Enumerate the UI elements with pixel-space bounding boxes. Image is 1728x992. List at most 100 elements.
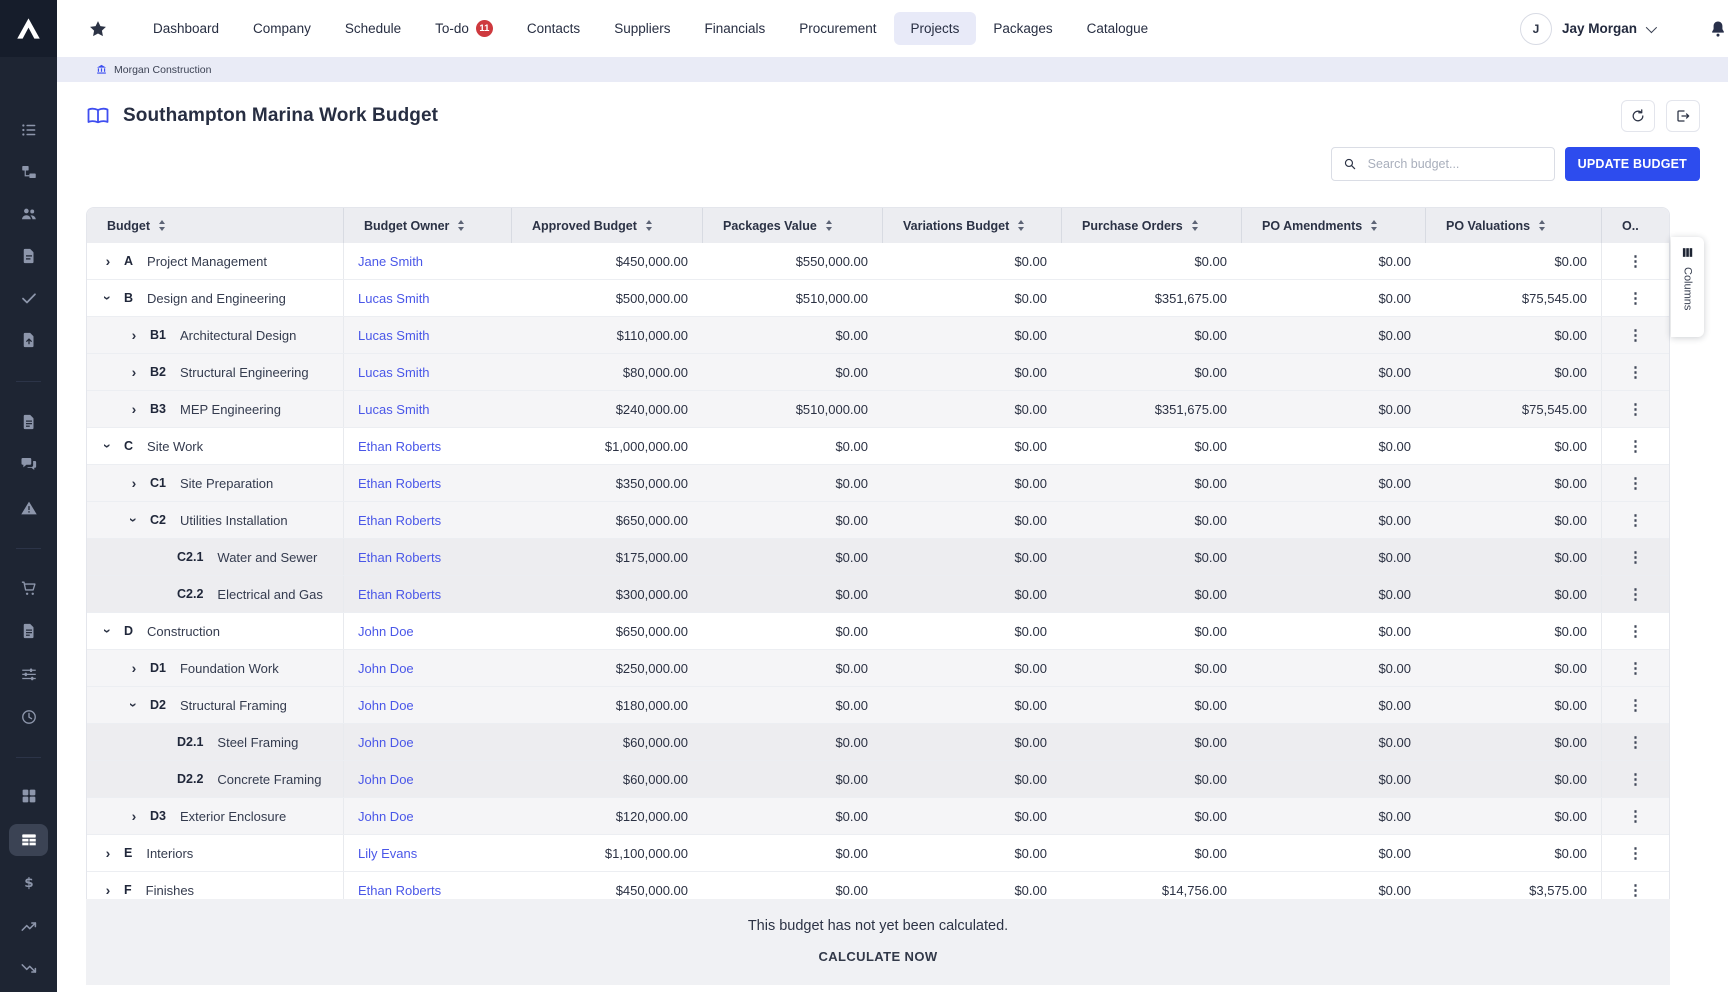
table-row-d3[interactable]: › D3 Exterior Enclosure John Doe $120,00… bbox=[87, 798, 1669, 835]
expand-chevron-icon[interactable]: › bbox=[101, 291, 115, 305]
sidebar-item-warning[interactable] bbox=[0, 491, 57, 525]
kebab-menu-icon[interactable]: ⋮ bbox=[1628, 661, 1643, 676]
owner-link[interactable]: John Doe bbox=[358, 735, 414, 750]
table-row-f[interactable]: › F Finishes Ethan Roberts $450,000.00 $… bbox=[87, 872, 1669, 900]
nav-item-financials[interactable]: Financials bbox=[687, 12, 782, 45]
column-header-approved-budget[interactable]: Approved Budget bbox=[511, 208, 702, 243]
kebab-menu-icon[interactable]: ⋮ bbox=[1628, 550, 1643, 565]
owner-link[interactable]: Ethan Roberts bbox=[358, 550, 441, 565]
user-menu[interactable]: J Jay Morgan bbox=[1520, 13, 1654, 45]
nav-item-catalogue[interactable]: Catalogue bbox=[1070, 12, 1166, 45]
kebab-menu-icon[interactable]: ⋮ bbox=[1628, 698, 1643, 713]
expand-chevron-icon[interactable]: › bbox=[127, 402, 141, 416]
favorite-star-icon[interactable] bbox=[88, 19, 108, 39]
table-row-b1[interactable]: › B1 Architectural Design Lucas Smith $1… bbox=[87, 317, 1669, 354]
column-header-purchase-orders[interactable]: Purchase Orders bbox=[1061, 208, 1241, 243]
kebab-menu-icon[interactable]: ⋮ bbox=[1628, 476, 1643, 491]
column-header-budget[interactable]: Budget bbox=[87, 208, 343, 243]
table-row-c2-1[interactable]: C2.1 Water and Sewer Ethan Roberts $175,… bbox=[87, 539, 1669, 576]
table-row-b2[interactable]: › B2 Structural Engineering Lucas Smith … bbox=[87, 354, 1669, 391]
table-row-d[interactable]: › D Construction John Doe $650,000.00 $0… bbox=[87, 613, 1669, 650]
kebab-menu-icon[interactable]: ⋮ bbox=[1628, 328, 1643, 343]
expand-chevron-icon[interactable]: › bbox=[127, 365, 141, 379]
kebab-menu-icon[interactable]: ⋮ bbox=[1628, 254, 1643, 269]
table-row-b[interactable]: › B Design and Engineering Lucas Smith $… bbox=[87, 280, 1669, 317]
expand-chevron-icon[interactable]: › bbox=[127, 661, 141, 675]
table-row-d2-1[interactable]: D2.1 Steel Framing John Doe $60,000.00 $… bbox=[87, 724, 1669, 761]
nav-item-procurement[interactable]: Procurement bbox=[782, 12, 893, 45]
sidebar-item-clock[interactable] bbox=[0, 700, 57, 734]
sidebar-item-budget-table[interactable] bbox=[0, 823, 57, 857]
kebab-menu-icon[interactable]: ⋮ bbox=[1628, 624, 1643, 639]
expand-chevron-icon[interactable]: › bbox=[127, 809, 141, 823]
column-header-po-valuations[interactable]: PO Valuations bbox=[1425, 208, 1601, 243]
column-header-variations-budget[interactable]: Variations Budget bbox=[882, 208, 1061, 243]
table-row-d1[interactable]: › D1 Foundation Work John Doe $250,000.0… bbox=[87, 650, 1669, 687]
expand-chevron-icon[interactable]: › bbox=[127, 328, 141, 342]
sidebar-item-trend-up[interactable] bbox=[0, 909, 57, 943]
app-logo[interactable] bbox=[0, 0, 57, 57]
nav-item-packages[interactable]: Packages bbox=[976, 12, 1069, 45]
refresh-button[interactable] bbox=[1621, 100, 1655, 132]
nav-item-dashboard[interactable]: Dashboard bbox=[136, 12, 236, 45]
expand-chevron-icon[interactable]: › bbox=[127, 476, 141, 490]
owner-link[interactable]: Ethan Roberts bbox=[358, 587, 441, 602]
owner-link[interactable]: John Doe bbox=[358, 624, 414, 639]
expand-chevron-icon[interactable]: › bbox=[101, 439, 115, 453]
sidebar-item-check[interactable] bbox=[0, 281, 57, 315]
expand-chevron-icon[interactable]: › bbox=[127, 698, 141, 712]
sidebar-item-file-export[interactable] bbox=[0, 323, 57, 357]
owner-link[interactable]: John Doe bbox=[358, 772, 414, 787]
nav-item-schedule[interactable]: Schedule bbox=[328, 12, 418, 45]
expand-chevron-icon[interactable]: › bbox=[127, 513, 141, 527]
kebab-menu-icon[interactable]: ⋮ bbox=[1628, 365, 1643, 380]
nav-item-company[interactable]: Company bbox=[236, 12, 328, 45]
sidebar-item-trend-down[interactable] bbox=[0, 952, 57, 986]
expand-chevron-icon[interactable]: › bbox=[101, 624, 115, 638]
sidebar-item-hierarchy[interactable] bbox=[0, 155, 57, 189]
nav-item-to-do[interactable]: To-do 11 bbox=[418, 11, 510, 46]
sidebar-item-cart[interactable] bbox=[0, 571, 57, 605]
export-button[interactable] bbox=[1666, 100, 1700, 132]
owner-link[interactable]: Lucas Smith bbox=[358, 328, 430, 343]
kebab-menu-icon[interactable]: ⋮ bbox=[1628, 846, 1643, 861]
notifications-bell-icon[interactable] bbox=[1708, 19, 1728, 39]
column-header-po-amendments[interactable]: PO Amendments bbox=[1241, 208, 1425, 243]
table-row-b3[interactable]: › B3 MEP Engineering Lucas Smith $240,00… bbox=[87, 391, 1669, 428]
sidebar-item-invoice[interactable] bbox=[0, 405, 57, 439]
columns-panel-tab[interactable]: Columns bbox=[1671, 237, 1704, 337]
sidebar-item-document[interactable] bbox=[0, 239, 57, 273]
breadcrumb[interactable]: Morgan Construction bbox=[57, 57, 1728, 82]
kebab-menu-icon[interactable]: ⋮ bbox=[1628, 402, 1643, 417]
owner-link[interactable]: John Doe bbox=[358, 698, 414, 713]
owner-link[interactable]: John Doe bbox=[358, 661, 414, 676]
nav-item-suppliers[interactable]: Suppliers bbox=[597, 12, 687, 45]
table-row-a[interactable]: › A Project Management Jane Smith $450,0… bbox=[87, 243, 1669, 280]
kebab-menu-icon[interactable]: ⋮ bbox=[1628, 883, 1643, 898]
expand-chevron-icon[interactable]: › bbox=[101, 254, 115, 268]
table-row-c2-2[interactable]: C2.2 Electrical and Gas Ethan Roberts $3… bbox=[87, 576, 1669, 613]
search-box[interactable] bbox=[1331, 147, 1555, 181]
search-input[interactable] bbox=[1366, 156, 1543, 172]
sidebar-item-chat[interactable] bbox=[0, 447, 57, 481]
owner-link[interactable]: Jane Smith bbox=[358, 254, 423, 269]
table-row-d2-2[interactable]: D2.2 Concrete Framing John Doe $60,000.0… bbox=[87, 761, 1669, 798]
calculate-now-button[interactable]: CALCULATE NOW bbox=[818, 949, 937, 964]
sidebar-item-dollar[interactable] bbox=[0, 865, 57, 899]
owner-link[interactable]: Ethan Roberts bbox=[358, 883, 441, 898]
kebab-menu-icon[interactable]: ⋮ bbox=[1628, 513, 1643, 528]
sidebar-item-users[interactable] bbox=[0, 197, 57, 231]
update-budget-button[interactable]: UPDATE BUDGET bbox=[1565, 147, 1700, 181]
sidebar-item-dashboard[interactable] bbox=[0, 779, 57, 813]
owner-link[interactable]: Lily Evans bbox=[358, 846, 417, 861]
table-row-d2[interactable]: › D2 Structural Framing John Doe $180,00… bbox=[87, 687, 1669, 724]
sidebar-item-list[interactable] bbox=[0, 113, 57, 147]
table-row-c1[interactable]: › C1 Site Preparation Ethan Roberts $350… bbox=[87, 465, 1669, 502]
kebab-menu-icon[interactable]: ⋮ bbox=[1628, 772, 1643, 787]
column-header-budget-owner[interactable]: Budget Owner bbox=[343, 208, 511, 243]
expand-chevron-icon[interactable]: › bbox=[101, 846, 115, 860]
sidebar-item-invoice[interactable] bbox=[0, 614, 57, 648]
kebab-menu-icon[interactable]: ⋮ bbox=[1628, 439, 1643, 454]
kebab-menu-icon[interactable]: ⋮ bbox=[1628, 291, 1643, 306]
table-row-c2[interactable]: › C2 Utilities Installation Ethan Robert… bbox=[87, 502, 1669, 539]
